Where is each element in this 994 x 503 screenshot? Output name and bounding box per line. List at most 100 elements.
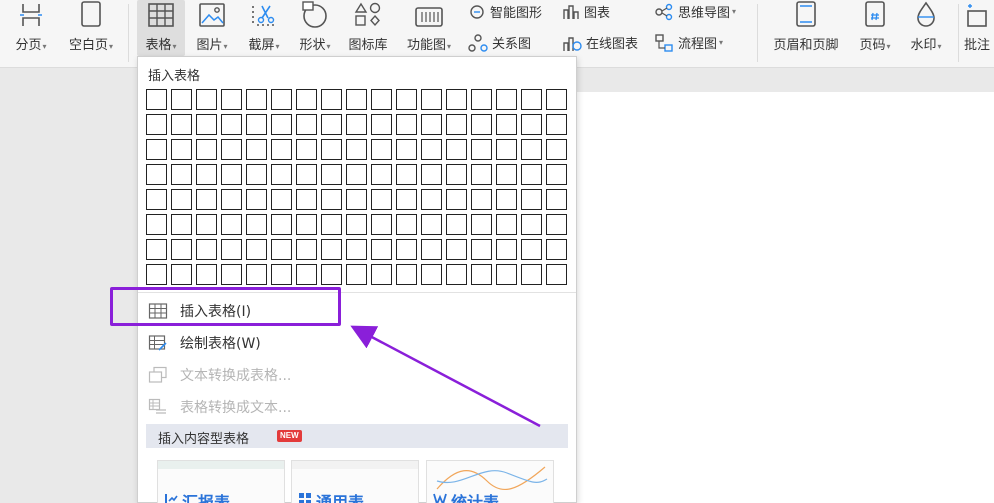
table-grid-cell[interactable] xyxy=(346,139,367,160)
table-grid-cell[interactable] xyxy=(221,164,242,185)
draw-table-item[interactable]: 绘制表格(W) xyxy=(148,333,261,353)
screenshot-button[interactable]: 截屏▾ xyxy=(240,0,288,53)
table-grid-cell[interactable] xyxy=(246,114,267,135)
table-grid-cell[interactable] xyxy=(421,164,442,185)
table-grid-cell[interactable] xyxy=(221,189,242,210)
online-chart-button[interactable]: 在线图表 xyxy=(562,33,638,52)
table-grid-cell[interactable] xyxy=(546,139,567,160)
table-grid-cell[interactable] xyxy=(521,239,542,260)
table-grid-cell[interactable] xyxy=(521,164,542,185)
table-grid-cell[interactable] xyxy=(421,264,442,285)
table-grid-cell[interactable] xyxy=(146,89,167,110)
table-grid-cell[interactable] xyxy=(321,189,342,210)
table-grid-cell[interactable] xyxy=(146,264,167,285)
table-grid-cell[interactable] xyxy=(496,239,517,260)
table-grid-cell[interactable] xyxy=(146,189,167,210)
table-grid-cell[interactable] xyxy=(446,139,467,160)
template-statistics-table[interactable]: 统计表 xyxy=(426,460,554,503)
table-grid-cell[interactable] xyxy=(221,139,242,160)
table-grid-cell[interactable] xyxy=(446,214,467,235)
table-grid-cell[interactable] xyxy=(321,214,342,235)
table-grid-cell[interactable] xyxy=(271,89,292,110)
table-grid-cell[interactable] xyxy=(221,114,242,135)
table-grid-cell[interactable] xyxy=(221,89,242,110)
table-grid-cell[interactable] xyxy=(421,189,442,210)
table-grid-cell[interactable] xyxy=(496,189,517,210)
table-grid-cell[interactable] xyxy=(296,164,317,185)
table-button[interactable]: 表格▾ xyxy=(137,0,185,56)
table-grid-cell[interactable] xyxy=(496,164,517,185)
table-grid-cell[interactable] xyxy=(421,89,442,110)
table-grid-cell[interactable] xyxy=(471,114,492,135)
table-grid-cell[interactable] xyxy=(496,89,517,110)
table-grid-cell[interactable] xyxy=(546,264,567,285)
table-grid-cell[interactable] xyxy=(171,214,192,235)
table-grid-cell[interactable] xyxy=(471,264,492,285)
table-grid-cell[interactable] xyxy=(221,214,242,235)
table-grid-cell[interactable] xyxy=(446,239,467,260)
table-grid-cell[interactable] xyxy=(271,164,292,185)
table-grid-cell[interactable] xyxy=(321,239,342,260)
table-grid-cell[interactable] xyxy=(171,189,192,210)
table-grid-cell[interactable] xyxy=(171,89,192,110)
table-grid-cell[interactable] xyxy=(371,89,392,110)
template-report-table[interactable]: 汇报表 xyxy=(157,460,285,503)
table-grid-cell[interactable] xyxy=(246,89,267,110)
flowchart-button[interactable]: 流程图 ▾ xyxy=(654,33,723,52)
table-grid-cell[interactable] xyxy=(371,164,392,185)
table-grid-cell[interactable] xyxy=(371,189,392,210)
table-grid-cell[interactable] xyxy=(546,89,567,110)
table-grid-cell[interactable] xyxy=(396,189,417,210)
table-grid-cell[interactable] xyxy=(146,214,167,235)
table-grid-cell[interactable] xyxy=(246,139,267,160)
table-grid-cell[interactable] xyxy=(296,239,317,260)
table-grid-cell[interactable] xyxy=(321,264,342,285)
table-grid-cell[interactable] xyxy=(296,89,317,110)
table-grid-cell[interactable] xyxy=(346,89,367,110)
table-grid-cell[interactable] xyxy=(271,239,292,260)
table-grid-cell[interactable] xyxy=(171,264,192,285)
table-grid-cell[interactable] xyxy=(546,114,567,135)
smart-graphic-button[interactable]: 智能图形 xyxy=(468,2,542,21)
table-grid-cell[interactable] xyxy=(396,114,417,135)
table-grid-cell[interactable] xyxy=(246,239,267,260)
table-grid-cell[interactable] xyxy=(471,139,492,160)
table-grid-cell[interactable] xyxy=(271,264,292,285)
table-grid-cell[interactable] xyxy=(396,264,417,285)
table-grid-cell[interactable] xyxy=(296,264,317,285)
table-grid-cell[interactable] xyxy=(346,214,367,235)
table-grid-cell[interactable] xyxy=(346,164,367,185)
chart-button[interactable]: 图表 xyxy=(562,2,610,21)
table-grid-cell[interactable] xyxy=(471,239,492,260)
table-grid-cell[interactable] xyxy=(196,114,217,135)
table-grid-cell[interactable] xyxy=(496,264,517,285)
table-grid-cell[interactable] xyxy=(396,89,417,110)
table-grid-cell[interactable] xyxy=(296,189,317,210)
table-grid-cell[interactable] xyxy=(196,89,217,110)
table-grid-cell[interactable] xyxy=(146,164,167,185)
table-grid-cell[interactable] xyxy=(146,114,167,135)
table-grid-cell[interactable] xyxy=(546,214,567,235)
table-grid-cell[interactable] xyxy=(196,214,217,235)
table-grid-cell[interactable] xyxy=(521,114,542,135)
table-grid-cell[interactable] xyxy=(271,139,292,160)
table-grid-cell[interactable] xyxy=(196,239,217,260)
table-grid-cell[interactable] xyxy=(496,139,517,160)
table-grid-cell[interactable] xyxy=(346,114,367,135)
table-grid-cell[interactable] xyxy=(221,239,242,260)
table-grid-cell[interactable] xyxy=(296,214,317,235)
table-grid-cell[interactable] xyxy=(346,239,367,260)
table-grid-cell[interactable] xyxy=(471,164,492,185)
table-grid-cell[interactable] xyxy=(421,114,442,135)
table-grid-cell[interactable] xyxy=(321,89,342,110)
table-grid-cell[interactable] xyxy=(146,239,167,260)
shape-button[interactable]: 形状▾ xyxy=(291,0,339,53)
table-grid-cell[interactable] xyxy=(421,214,442,235)
table-grid-cell[interactable] xyxy=(321,114,342,135)
table-grid-cell[interactable] xyxy=(396,164,417,185)
table-grid-cell[interactable] xyxy=(321,139,342,160)
relation-chart-button[interactable]: 关系图 xyxy=(468,33,531,52)
text-to-table-item[interactable]: 文本转换成表格... xyxy=(148,365,291,385)
table-grid-cell[interactable] xyxy=(271,114,292,135)
table-grid-cell[interactable] xyxy=(246,164,267,185)
